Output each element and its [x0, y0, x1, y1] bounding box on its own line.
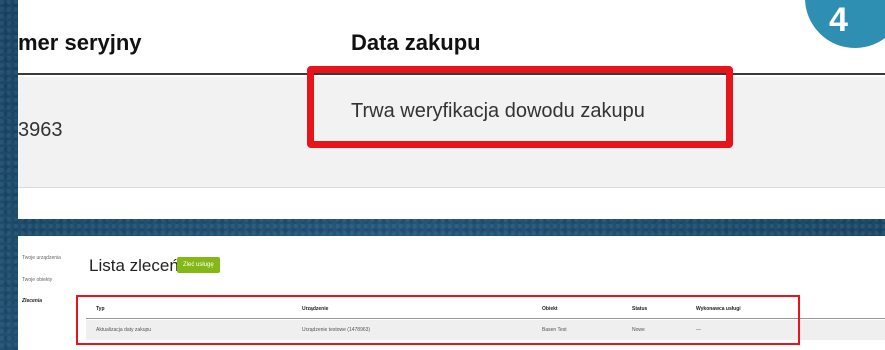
cell-serial-number: 3963: [18, 119, 63, 141]
red-highlight-box: [307, 66, 733, 148]
app-screenshot-panel: Twoje urządzenia Twoje obiekty Zlecenia …: [18, 236, 885, 350]
page-title: Lista zleceń: [89, 256, 179, 275]
sidebar-item-objects[interactable]: Twoje obiekty: [22, 277, 52, 283]
red-highlight-table-box: [76, 295, 800, 345]
zoomed-detail-panel: mer seryjny Data zakupu 3963 Trwa weryfi…: [18, 0, 885, 219]
sidebar-item-orders[interactable]: Zlecenia: [22, 298, 42, 304]
step-number: 4: [829, 1, 848, 39]
sidebar-nav: Twoje urządzenia Twoje obiekty Zlecenia: [18, 236, 78, 350]
order-service-button[interactable]: Zleć usługę: [177, 257, 220, 273]
zoomed-table-header: mer seryjny Data zakupu: [18, 0, 885, 75]
sidebar-item-devices[interactable]: Twoje urządzenia: [22, 255, 61, 261]
column-header-serial-number: mer seryjny: [18, 30, 142, 55]
column-header-purchase-date: Data zakupu: [351, 30, 481, 55]
